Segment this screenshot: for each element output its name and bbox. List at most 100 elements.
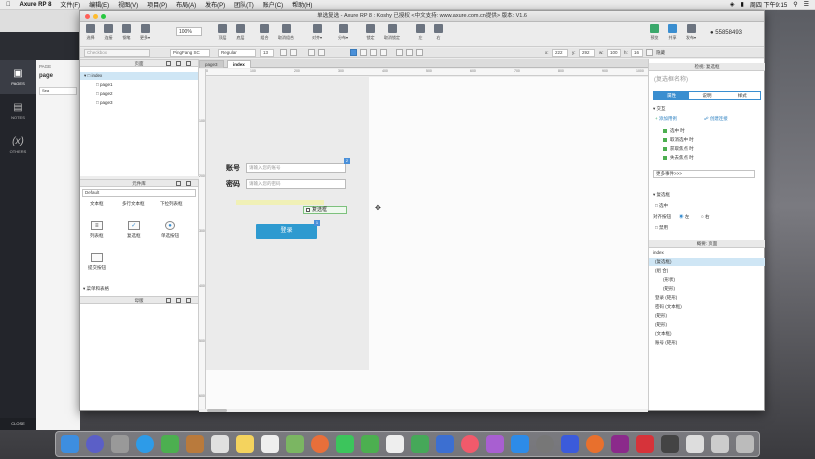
zoom-window-button[interactable] <box>101 14 106 19</box>
add-master-icon[interactable] <box>166 298 171 303</box>
add-folder-icon[interactable] <box>176 61 181 66</box>
bold-button[interactable] <box>308 49 315 56</box>
distribute-button[interactable]: 分布▾ <box>338 24 348 41</box>
bg-page-item[interactable]: page <box>36 73 80 79</box>
downloads-icon[interactable] <box>711 435 729 453</box>
share-button[interactable]: 共享 <box>668 24 677 41</box>
menu-publish[interactable]: 发布(P) <box>205 0 225 9</box>
canvas-horizontal-scrollbar[interactable] <box>199 409 648 412</box>
menu-edit[interactable]: 编辑(E) <box>89 0 109 9</box>
align-right-radio[interactable]: ○ 右 <box>701 214 709 220</box>
interaction-marker[interactable]: 2 <box>344 158 350 164</box>
ungroup-button[interactable]: 取消组合 <box>278 24 294 41</box>
checkbox-section[interactable]: ▾ 复选框 <box>653 192 670 198</box>
fill-color-button[interactable] <box>290 49 297 56</box>
maps-icon[interactable] <box>286 435 304 453</box>
outline-item[interactable]: (矩形) <box>649 312 765 320</box>
close-window-button[interactable] <box>85 14 90 19</box>
align-center-text-button[interactable] <box>360 49 367 56</box>
reminders-icon[interactable] <box>261 435 279 453</box>
align-top-button[interactable] <box>396 49 403 56</box>
library-group-menus[interactable]: ▾ 菜单和表格 <box>83 286 109 292</box>
selected-option[interactable]: □ 选中 <box>655 203 668 209</box>
design-canvas[interactable]: 账号 请输入您的账号 2 密码 请输入您的密码 复选框 登录 1 ✥ <box>206 77 648 409</box>
connect-tool-button[interactable]: 连接 <box>104 24 113 41</box>
calendar-icon[interactable] <box>211 435 229 453</box>
outline-item[interactable]: (矩形) <box>649 285 765 293</box>
font-size-select[interactable]: 13 <box>260 49 274 57</box>
menu-help[interactable]: 帮助(H) <box>292 0 312 9</box>
search-masters-icon[interactable] <box>186 298 191 303</box>
align-bottom-button[interactable] <box>416 49 423 56</box>
tab-page3[interactable]: page3 <box>199 60 224 68</box>
disabled-option[interactable]: □ 禁用 <box>655 225 668 231</box>
library-item-textbox[interactable]: 文本框 <box>90 201 104 207</box>
menu-account[interactable]: 账户(C) <box>263 0 283 9</box>
minimize-window-button[interactable] <box>93 14 98 19</box>
contacts-icon[interactable] <box>186 435 204 453</box>
keyboard-icon[interactable] <box>686 435 704 453</box>
outline-item[interactable]: (形状) <box>649 276 765 284</box>
menu-view[interactable]: 视图(V) <box>118 0 138 9</box>
search-icon[interactable]: ⚲ <box>793 1 797 8</box>
align-button[interactable]: 对齐▾ <box>312 24 322 41</box>
more-tools-button[interactable]: 更多▾ <box>140 24 150 41</box>
event-item[interactable]: 选中 时 <box>663 128 685 134</box>
select-tool-button[interactable]: 选择 <box>86 24 95 41</box>
align-left-text-button[interactable] <box>350 49 357 56</box>
add-page-icon[interactable] <box>166 61 171 66</box>
search-library-icon[interactable] <box>186 181 191 186</box>
library-item-submit[interactable]: 提交按钮 <box>88 253 106 271</box>
screen-recorder-icon[interactable] <box>661 435 679 453</box>
outline-item[interactable]: 登录 (矩形) <box>649 294 765 302</box>
pages-icon[interactable] <box>386 435 404 453</box>
y-position-input[interactable]: 292 <box>579 49 595 57</box>
finder-icon[interactable] <box>61 435 79 453</box>
bring-front-button[interactable]: 顶层 <box>218 24 227 41</box>
tab-style[interactable]: 样式 <box>724 92 760 99</box>
keynote-icon[interactable] <box>436 435 454 453</box>
outline-item[interactable]: (文本框) <box>649 330 765 338</box>
launchpad-icon[interactable] <box>111 435 129 453</box>
event-item[interactable]: 获取焦点 时 <box>663 146 694 152</box>
page-tree-item[interactable]: □ page3 <box>96 100 112 105</box>
trash-icon[interactable] <box>736 435 754 453</box>
user-account[interactable]: ● 55858493 <box>710 30 742 36</box>
align-middle-button[interactable] <box>406 49 413 56</box>
font-family-select[interactable]: PingFang SC <box>170 49 210 57</box>
event-item[interactable]: 失去焦点 时 <box>663 155 694 161</box>
library-menu-icon[interactable] <box>176 181 181 186</box>
music-icon[interactable] <box>461 435 479 453</box>
tab-index[interactable]: index <box>227 60 251 68</box>
page-tree-root[interactable]: ▾ □ index <box>80 72 198 80</box>
library-item-textarea[interactable]: 多行文本框 <box>122 201 145 207</box>
apple-icon[interactable]:  <box>6 2 11 8</box>
account-input[interactable]: 请输入您的账号 <box>246 163 346 173</box>
create-link-link[interactable]: ☍ 创建连接 <box>704 116 728 122</box>
interaction-section[interactable]: ▾ 交互 <box>653 106 666 112</box>
facetime-icon[interactable] <box>336 435 354 453</box>
x-position-input[interactable]: 222 <box>552 49 568 57</box>
account-label[interactable]: 账号 <box>226 163 240 173</box>
pen-tool-button[interactable]: 钢笔 <box>122 24 131 41</box>
outline-item[interactable]: 密码 (文本框) <box>649 303 765 311</box>
send-back-button[interactable]: 底层 <box>236 24 245 41</box>
page-tree-item[interactable]: □ page2 <box>96 91 112 96</box>
photos-icon[interactable] <box>311 435 329 453</box>
font-weight-select[interactable]: Regular <box>218 49 256 57</box>
messages-icon[interactable] <box>161 435 179 453</box>
menu-layout[interactable]: 布局(A) <box>176 0 196 9</box>
safari-icon[interactable] <box>136 435 154 453</box>
menu-project[interactable]: 项目(P) <box>147 0 167 9</box>
menubar-app-name[interactable]: Axure RP 8 <box>20 2 52 8</box>
group-button[interactable]: 组合 <box>260 24 269 41</box>
zoom-select[interactable]: 100% <box>176 27 202 36</box>
sidebar-pages-button[interactable]: ▣ PAGES <box>0 60 36 94</box>
tab-properties[interactable]: 属性 <box>654 92 690 99</box>
firefox-icon[interactable] <box>586 435 604 453</box>
height-input[interactable]: 16 <box>631 49 643 57</box>
password-label[interactable]: 密码 <box>226 179 240 189</box>
justify-text-button[interactable] <box>380 49 387 56</box>
library-item-checkbox[interactable]: ✓ 复选框 <box>127 221 141 239</box>
wechat-icon[interactable] <box>361 435 379 453</box>
